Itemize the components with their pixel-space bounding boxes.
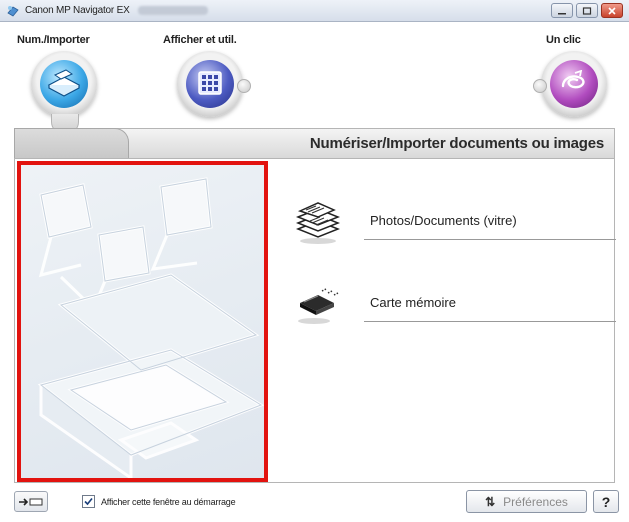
menu-divider	[364, 321, 616, 322]
memory-card-icon	[298, 288, 339, 324]
close-button[interactable]	[601, 3, 623, 18]
canon-app-icon	[7, 5, 19, 17]
bottom-bar: Afficher cette fenêtre au démarrage ⇅ Pr…	[0, 483, 629, 522]
section-header: Numériser/Importer documents ou images	[14, 128, 615, 159]
restore-button[interactable]	[576, 3, 598, 18]
memory-card-label: Carte mémoire	[370, 295, 456, 310]
main-panel: Photos/Documents (vitre) Carte mémoire	[14, 158, 616, 483]
preferences-button[interactable]: ⇅ Préférences	[466, 490, 587, 513]
show-at-startup-checkbox[interactable]	[82, 495, 95, 508]
scanner-icon	[47, 69, 81, 97]
show-at-startup-label: Afficher cette fenêtre au démarrage	[101, 496, 236, 507]
grid-view-icon	[198, 71, 222, 95]
close-icon	[608, 6, 616, 15]
photos-documents-label: Photos/Documents (vitre)	[370, 213, 517, 228]
section-title: Numériser/Importer documents ou images	[309, 135, 604, 152]
one-click-mode-button[interactable]	[533, 51, 607, 117]
preferences-label: Préférences	[503, 494, 568, 509]
preferences-icon: ⇅	[485, 494, 496, 509]
help-button[interactable]: ?	[593, 490, 619, 513]
window-title: Canon MP Navigator EX	[25, 5, 130, 16]
menu-divider	[364, 239, 616, 240]
minimize-icon	[558, 12, 566, 14]
mode-label-scan: Num./Importer	[17, 34, 90, 46]
documents-stack-icon	[295, 202, 341, 244]
minimize-button[interactable]	[551, 3, 573, 18]
checkmark-icon	[84, 497, 93, 506]
one-click-icon	[561, 70, 585, 89]
memory-card-item[interactable]: Carte mémoire	[290, 281, 616, 327]
arrow-right-window-icon	[19, 497, 43, 506]
restore-icon	[582, 6, 592, 15]
scanner-illustration	[17, 161, 268, 482]
section-header-tab	[14, 128, 129, 159]
mode-label-view: Afficher et util.	[163, 34, 237, 46]
scan-illustration-image	[37, 177, 264, 478]
collapse-view-button[interactable]	[14, 491, 48, 512]
title-bar: Canon MP Navigator EX	[0, 0, 629, 22]
view-use-mode-button[interactable]	[177, 51, 251, 117]
mode-label-oneclick: Un clic	[546, 34, 581, 46]
scan-import-mode-button[interactable]	[31, 51, 97, 117]
mode-selector: Num./Importer Afficher et util. Un clic	[0, 22, 629, 134]
title-blurred-text	[137, 6, 208, 15]
photos-documents-platen-item[interactable]: Photos/Documents (vitre)	[290, 199, 616, 245]
